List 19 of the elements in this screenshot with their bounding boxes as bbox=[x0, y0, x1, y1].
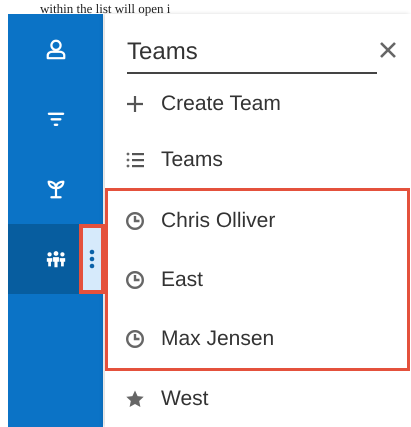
clock-icon bbox=[125, 328, 145, 349]
star-icon bbox=[125, 389, 145, 410]
close-icon bbox=[379, 41, 397, 60]
menu-item[interactable]: Create Team bbox=[105, 76, 411, 132]
kebab-icon bbox=[89, 249, 95, 269]
menu-item[interactable]: East bbox=[108, 250, 407, 310]
clock-icon bbox=[125, 210, 145, 231]
menu-item[interactable]: Chris Olliver bbox=[108, 191, 407, 250]
sprout-icon bbox=[44, 178, 66, 200]
menu-item[interactable]: West bbox=[105, 371, 411, 427]
person-icon bbox=[44, 38, 66, 60]
menu-item[interactable]: Teams bbox=[105, 132, 411, 188]
list-icon bbox=[125, 150, 145, 170]
sidebar-item[interactable] bbox=[8, 224, 103, 294]
plus-icon bbox=[125, 94, 145, 114]
more-button[interactable] bbox=[83, 228, 101, 290]
page-text: within the list will open i bbox=[40, 2, 170, 16]
menu-item[interactable]: Max Jensen bbox=[108, 309, 407, 368]
clock-icon bbox=[125, 270, 145, 290]
